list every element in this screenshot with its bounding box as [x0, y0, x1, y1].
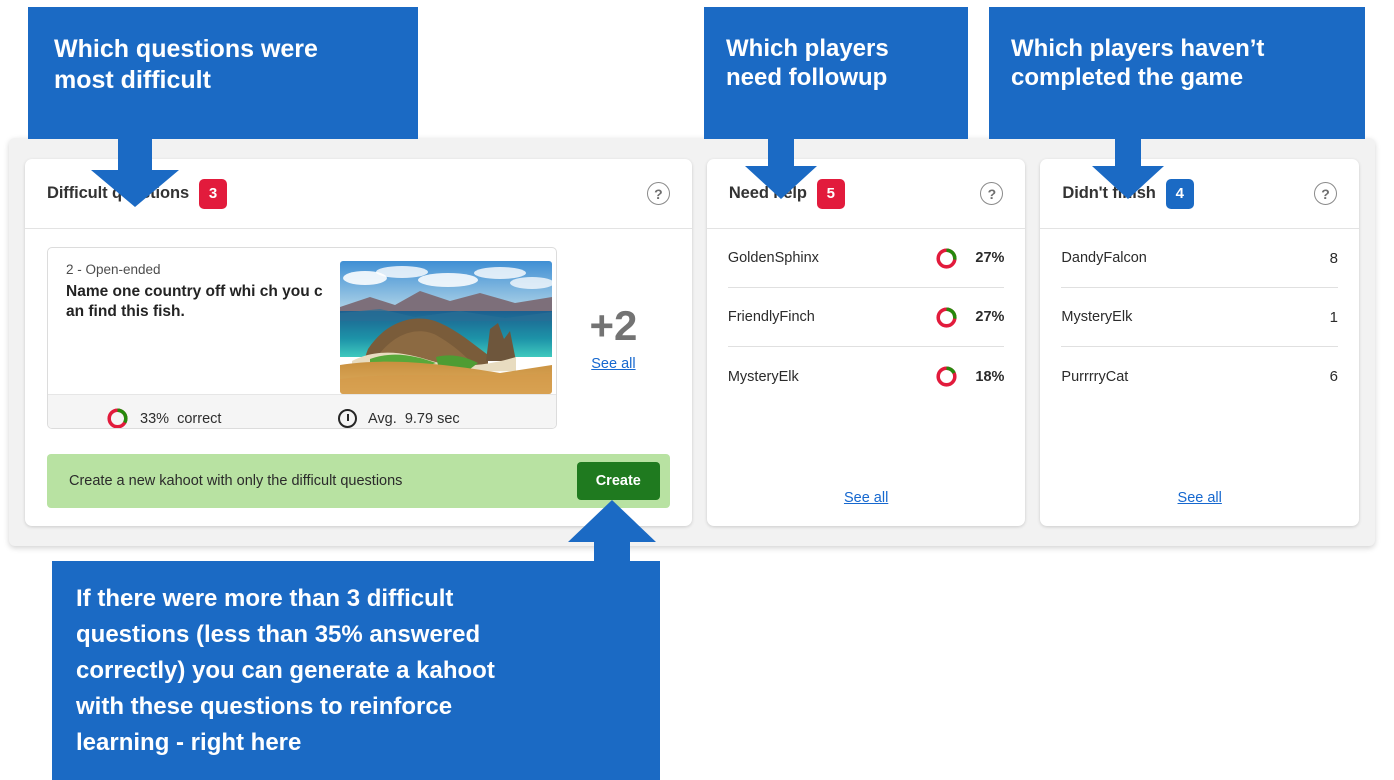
player-name: MysteryElk [727, 368, 799, 385]
player-name: PurrrryCat [1061, 368, 1129, 385]
correct-stat: 33% correct [48, 407, 338, 428]
player-name: DandyFalcon [1061, 250, 1147, 266]
cards-row: Difficult questions 3 ? 2 - Open-ended N… [25, 159, 1359, 526]
correct-label: correct [177, 410, 222, 427]
time-stat-text: Avg. 9.79 sec [368, 411, 460, 427]
annotation-line: If there were more than 3 difficult [76, 585, 454, 612]
correct-stat-text: 33% correct [140, 411, 221, 427]
player-name: FriendlyFinch [727, 309, 815, 325]
didnt-finish-badge: 4 [1165, 178, 1194, 209]
didnt-finish-see-all-link[interactable]: See all [1178, 490, 1222, 506]
difficult-questions-badge: 3 [199, 178, 228, 209]
player-question-count: 8 [1329, 249, 1338, 267]
annotation-line: Which players [726, 35, 889, 62]
report-panel: Difficult questions 3 ? 2 - Open-ended N… [9, 138, 1375, 546]
question-block: 2 - Open-ended Name one country off whi … [47, 247, 670, 436]
annotation-not-completed: Which players haven’t completed the game [989, 7, 1365, 139]
list-item[interactable]: MysteryElk 1 [1061, 288, 1338, 347]
list-item[interactable]: DandyFalcon 8 [1061, 229, 1338, 288]
time-stat: Avg. 9.79 sec [338, 409, 460, 428]
annotation-line: Which players haven’t [1011, 35, 1265, 62]
time-value: 9.79 sec [404, 410, 460, 427]
question-image [340, 261, 552, 394]
question-card-top: 2 - Open-ended Name one country off whi … [48, 248, 556, 394]
question-card[interactable]: 2 - Open-ended Name one country off whi … [47, 247, 557, 429]
annotation-line: need followup [726, 64, 888, 92]
player-name: MysteryElk [1061, 309, 1133, 325]
player-question-count: 1 [1329, 308, 1338, 326]
player-score: 27% [935, 247, 1004, 270]
difficult-questions-card: Difficult questions 3 ? 2 - Open-ended N… [25, 159, 692, 526]
list-item[interactable]: GoldenSphinx 27% [727, 229, 1005, 288]
question-mark-circle-icon[interactable]: ? [1314, 182, 1337, 205]
more-questions-count: +2 [589, 302, 638, 349]
list-item[interactable]: PurrrryCat 6 [1061, 347, 1338, 406]
annotation-line: learning - right here [76, 729, 302, 756]
annotation-line: most difficult [54, 65, 211, 94]
annotation-line: with these questions to reinforce [76, 693, 453, 720]
annotation-difficult-questions: Which questions were most difficult [28, 7, 418, 139]
create-kahoot-text: Create a new kahoot with only the diffic… [69, 473, 403, 489]
player-score: 18% [935, 365, 1004, 388]
annotation-line: Which questions were [54, 35, 318, 63]
question-title: Name one country off whi ch you can find… [66, 283, 323, 321]
create-button[interactable]: Create [576, 462, 660, 500]
annotation-need-followup: Which players need followup [704, 7, 968, 139]
player-percent: 27% [975, 309, 1005, 325]
screenshot-root: Difficult questions 3 ? 2 - Open-ended N… [0, 0, 1394, 780]
didnt-finish-list: DandyFalcon 8 MysteryElk 1 PurrrryCat 6 … [1040, 229, 1359, 526]
annotation-line: correctly) you can generate a kahoot [76, 657, 495, 684]
annotation-line: questions (less than 35% answered [76, 621, 481, 648]
player-question-count: 6 [1329, 368, 1338, 385]
clock-icon [338, 409, 357, 428]
need-help-list: GoldenSphinx 27% FriendlyFinch 27% Myste… [707, 229, 1026, 526]
need-help-footer: See all [728, 460, 1005, 526]
question-mark-circle-icon[interactable]: ? [646, 182, 670, 205]
annotation-create-kahoot: If there were more than 3 difficult ques… [52, 561, 660, 780]
list-item[interactable]: FriendlyFinch 27% [727, 288, 1005, 347]
annotation-arrow-down-didnt-finish [1088, 130, 1168, 200]
player-percent: 27% [975, 250, 1005, 266]
score-donut-icon [936, 366, 957, 387]
score-donut-icon [936, 247, 957, 269]
annotation-arrow-down-need-help [741, 130, 821, 200]
annotation-arrow-down-difficult-questions [87, 130, 183, 208]
player-name: GoldenSphinx [727, 250, 819, 266]
score-donut-icon [936, 306, 957, 328]
question-mark-circle-icon[interactable]: ? [980, 182, 1004, 205]
didnt-finish-card: Didn't finish 4 ? DandyFalcon 8 MysteryE… [1040, 159, 1359, 526]
annotation-line: completed the game [1011, 64, 1244, 92]
difficult-questions-see-all-link[interactable]: See all [591, 356, 635, 372]
correct-donut-icon [107, 408, 128, 428]
question-text-block: 2 - Open-ended Name one country off whi … [66, 262, 336, 394]
more-questions-block: +2 See all [557, 247, 670, 436]
question-stats: 33% correct Avg. 9.79 sec [48, 394, 556, 428]
list-item[interactable]: MysteryElk 18% [727, 347, 1004, 406]
correct-percent: 33% [140, 410, 170, 427]
didnt-finish-footer: See all [1061, 460, 1338, 526]
need-help-card: Need help 5 ? GoldenSphinx 27% FriendlyF… [706, 159, 1026, 526]
question-meta: 2 - Open-ended [66, 262, 161, 277]
difficult-questions-body: 2 - Open-ended Name one country off whi … [25, 229, 692, 436]
time-label: Avg. [368, 410, 397, 427]
player-score: 27% [935, 306, 1004, 329]
need-help-see-all-link[interactable]: See all [844, 490, 888, 506]
player-percent: 18% [975, 368, 1005, 385]
